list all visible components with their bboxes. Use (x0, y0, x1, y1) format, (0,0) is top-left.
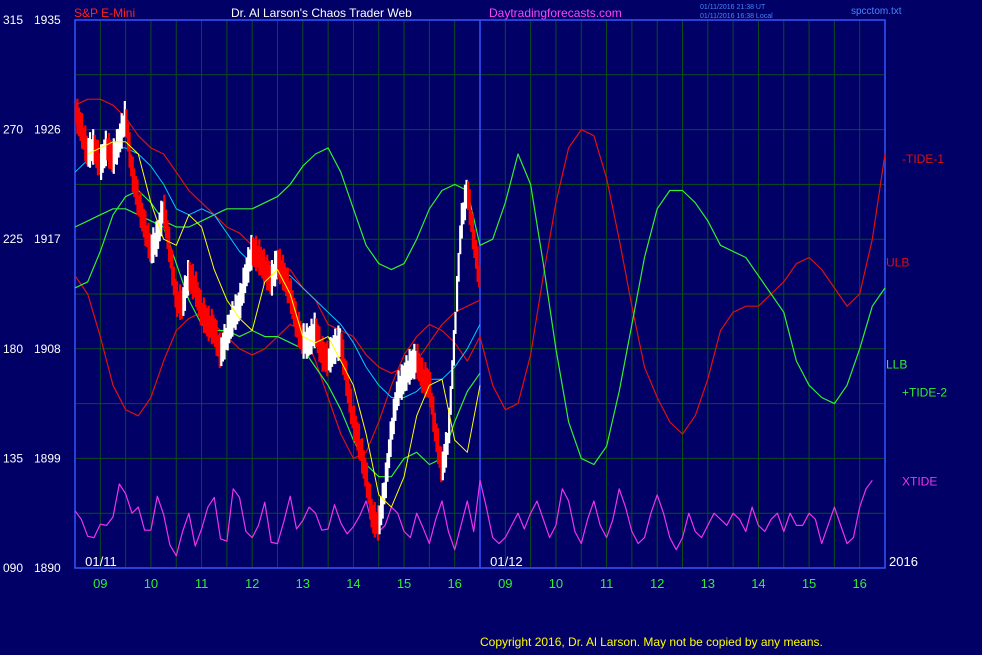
series-label: XTIDE (902, 475, 937, 489)
x-tick-label: 13 (701, 576, 715, 591)
x-tick-label: 12 (650, 576, 664, 591)
tide-scale-label: 225 (3, 232, 23, 246)
x-tick-label: 14 (751, 576, 765, 591)
series-label: LLB (886, 358, 907, 372)
timestamp-local: 01/11/2016 16:38 Local (700, 13, 773, 20)
x-tick-label: 16 (447, 576, 461, 591)
price-scale-label: 1917 (34, 232, 61, 246)
price-scale-label: 1926 (34, 123, 61, 137)
x-tick-label: 09 (498, 576, 512, 591)
x-tick-label: 12 (245, 576, 259, 591)
price-scale-label: 1908 (34, 342, 61, 356)
tide-scale-label: 090 (3, 561, 23, 575)
tide-scale-label: 135 (3, 451, 23, 465)
x-tick-label: 16 (852, 576, 866, 591)
x-tick-label: 14 (346, 576, 360, 591)
date-label: 01/12 (490, 554, 523, 569)
chart-stage: S&P E-Mini Dr. Al Larson's Chaos Trader … (0, 0, 982, 650)
series-label: ULB (886, 255, 909, 269)
copyright-text: Copyright 2016, Dr. Al Larson. May not b… (480, 635, 823, 649)
price-scale-label: 1890 (34, 561, 61, 575)
x-tick-label: 11 (195, 576, 209, 591)
chart-svg: S&P E-Mini Dr. Al Larson's Chaos Trader … (0, 0, 982, 650)
timestamp-utc: 01/11/2016 21:38 UT (700, 4, 766, 11)
x-tick-label: 10 (144, 576, 158, 591)
tide-scale-label: 180 (3, 342, 23, 356)
series-label: -TIDE-1 (902, 152, 944, 166)
x-tick-label: 13 (296, 576, 310, 591)
x-tick-label: 10 (549, 576, 563, 591)
x-tick-label: 15 (802, 576, 816, 591)
date-label: 01/11 (85, 554, 117, 569)
tide-scale-label: 315 (3, 13, 23, 27)
x-tick-label: 09 (93, 576, 107, 591)
price-scale-label: 1899 (34, 451, 61, 465)
series-label: +TIDE-2 (902, 386, 947, 400)
tide-scale-label: 270 (3, 123, 23, 137)
x-tick-label: 11 (600, 576, 614, 591)
site-url[interactable]: Daytradingforecasts.com (489, 6, 622, 20)
date-label: 2016 (889, 554, 918, 569)
price-scale-label: 1935 (34, 13, 61, 27)
instrument-label: S&P E-Mini (74, 6, 135, 20)
data-file-name: spcctom.txt (851, 6, 902, 17)
site-title: Dr. Al Larson's Chaos Trader Web (231, 6, 412, 20)
x-tick-label: 15 (397, 576, 411, 591)
